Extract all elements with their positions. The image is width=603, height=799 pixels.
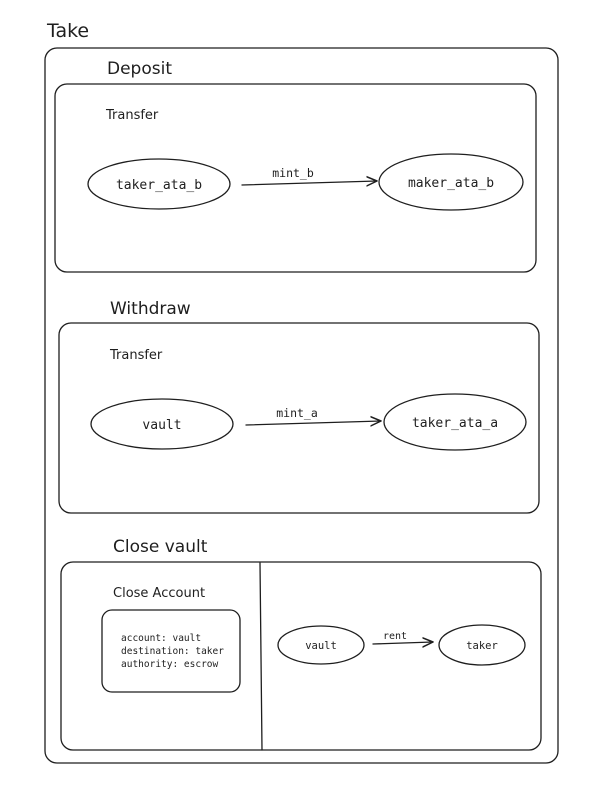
close-account-param-destination: destination: taker xyxy=(121,646,224,657)
diagram-title: Take xyxy=(46,20,89,42)
withdraw-heading: Withdraw xyxy=(110,299,191,319)
withdraw-action-label: Transfer xyxy=(109,348,163,363)
deposit-action-label: Transfer xyxy=(105,108,159,123)
deposit-arrow xyxy=(241,181,377,185)
deposit-from-label: taker_ata_b xyxy=(116,178,202,193)
diagram-canvas: Take Deposit Transfer taker_ata_b maker_… xyxy=(44,20,559,764)
close-from-label: vault xyxy=(305,640,337,652)
close-edge-label: rent xyxy=(383,631,407,642)
deposit-heading: Deposit xyxy=(107,59,172,79)
withdraw-arrow xyxy=(245,421,381,425)
close-account-param-authority: authority: escrow xyxy=(121,659,219,670)
close-vault-divider xyxy=(259,562,263,751)
deposit-to-label: maker_ata_b xyxy=(408,176,494,191)
close-to-label: taker xyxy=(466,640,498,652)
close-arrow xyxy=(372,642,433,644)
deposit-edge-label: mint_b xyxy=(272,166,314,180)
close-vault-heading: Close vault xyxy=(113,537,208,557)
close-account-param-account: account: vault xyxy=(121,633,201,644)
withdraw-to-label: taker_ata_a xyxy=(412,416,498,431)
withdraw-edge-label: mint_a xyxy=(276,406,318,420)
close-account-label: Close Account xyxy=(113,586,205,601)
withdraw-from-label: vault xyxy=(142,418,181,433)
